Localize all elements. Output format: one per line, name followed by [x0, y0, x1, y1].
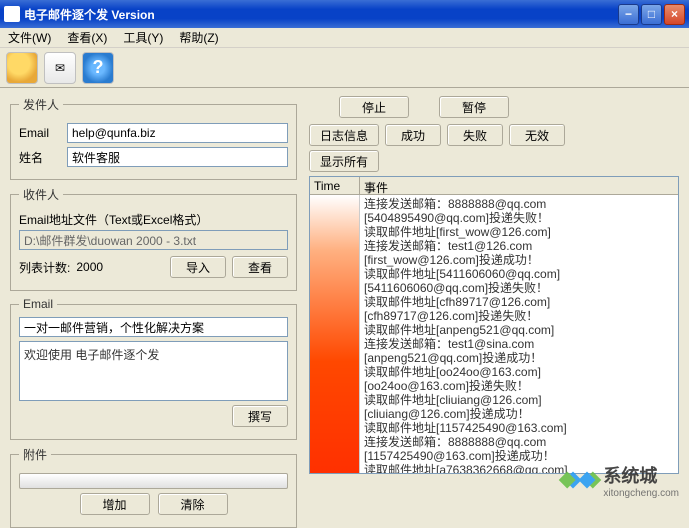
- app-icon: [4, 6, 20, 22]
- watermark-icon: [563, 464, 597, 498]
- log-event-column[interactable]: 连接发送邮箱：8888888@qq.com[5404895490@qq.com]…: [360, 195, 678, 473]
- log-line: 读取邮件地址[first_wow@126.com]: [364, 225, 674, 239]
- log-line: [5404895490@qq.com]投递失败！: [364, 211, 674, 225]
- menu-tools[interactable]: 工具(Y): [119, 27, 167, 48]
- log-line: [1157425490@163.com]投递成功！: [364, 449, 674, 463]
- log-line: 连接发送邮箱：8888888@qq.com: [364, 435, 674, 449]
- log-line: [cliuiang@126.com]投递成功！: [364, 407, 674, 421]
- watermark: 系统城 xitongcheng.com: [563, 462, 679, 499]
- recipients-file-input[interactable]: [19, 230, 288, 250]
- log-line: [anpeng521@qq.com]投递成功！: [364, 351, 674, 365]
- attachment-legend: 附件: [19, 446, 51, 463]
- log-col-time[interactable]: Time: [310, 177, 360, 194]
- close-button[interactable]: ×: [664, 4, 685, 25]
- log-line: 读取邮件地址[1157425490@163.com]: [364, 421, 674, 435]
- window-title: 电子邮件逐个发 Version: [24, 6, 618, 23]
- import-button[interactable]: 导入: [170, 256, 226, 278]
- log-header: Time 事件: [310, 177, 678, 195]
- log-line: 读取邮件地址[5411606060@qq.com]: [364, 267, 674, 281]
- email-subject-input[interactable]: [19, 317, 288, 337]
- email-group: Email 欢迎使用 电子邮件逐个发 撰写: [10, 297, 297, 440]
- log-time-column: [310, 195, 360, 473]
- stop-button[interactable]: 停止: [339, 96, 409, 118]
- sender-group: 发件人 Email 姓名: [10, 96, 297, 180]
- compose-button[interactable]: 撰写: [232, 405, 288, 427]
- sender-email-input[interactable]: [67, 123, 288, 143]
- left-panel: 发件人 Email 姓名 收件人 Email地址文件（Text或Excel格式）…: [0, 88, 305, 507]
- recipients-count-value: 2000: [76, 260, 103, 274]
- watermark-url: xitongcheng.com: [603, 488, 679, 499]
- log-line: 连接发送邮箱：test1@126.com: [364, 239, 674, 253]
- email-legend: Email: [19, 297, 57, 311]
- recipients-file-label: Email地址文件（Text或Excel格式）: [19, 211, 288, 228]
- invalid-filter-button[interactable]: 无效: [509, 124, 565, 146]
- sender-legend: 发件人: [19, 96, 63, 113]
- log-line: 读取邮件地址[cfh89717@126.com]: [364, 295, 674, 309]
- log-line: [first_wow@126.com]投递成功！: [364, 253, 674, 267]
- log-info-button[interactable]: 日志信息: [309, 124, 379, 146]
- log-line: 读取邮件地址[oo24oo@163.com]: [364, 365, 674, 379]
- menu-view[interactable]: 查看(X): [63, 27, 111, 48]
- people-icon[interactable]: [6, 52, 38, 84]
- menu-file[interactable]: 文件(W): [4, 27, 55, 48]
- log-area: Time 事件 连接发送邮箱：8888888@qq.com[5404895490…: [309, 176, 679, 474]
- success-filter-button[interactable]: 成功: [385, 124, 441, 146]
- maximize-button[interactable]: □: [641, 4, 662, 25]
- attachment-list[interactable]: [19, 473, 288, 489]
- toolbar: ✉ ?: [0, 48, 689, 88]
- log-line: 读取邮件地址[anpeng521@qq.com]: [364, 323, 674, 337]
- log-line: 连接发送邮箱：8888888@qq.com: [364, 197, 674, 211]
- view-button[interactable]: 查看: [232, 256, 288, 278]
- sender-email-label: Email: [19, 126, 61, 140]
- log-line: 连接发送邮箱：test1@sina.com: [364, 337, 674, 351]
- recipients-group: 收件人 Email地址文件（Text或Excel格式） 列表计数: 2000 导…: [10, 186, 297, 291]
- help-icon[interactable]: ?: [82, 52, 114, 84]
- fail-filter-button[interactable]: 失败: [447, 124, 503, 146]
- email-body-line1: 欢迎使用 电子邮件逐个发: [24, 346, 283, 363]
- watermark-name: 系统城: [603, 462, 679, 488]
- log-line: [oo24oo@163.com]投递失败！: [364, 379, 674, 393]
- log-col-event[interactable]: 事件: [360, 177, 678, 194]
- log-line: 读取邮件地址[cliuiang@126.com]: [364, 393, 674, 407]
- add-attachment-button[interactable]: 增加: [80, 493, 150, 515]
- clear-attachment-button[interactable]: 清除: [158, 493, 228, 515]
- sender-name-label: 姓名: [19, 149, 61, 166]
- recipients-count-label: 列表计数:: [19, 259, 70, 276]
- attachment-group: 附件 增加 清除: [10, 446, 297, 528]
- show-all-button[interactable]: 显示所有: [309, 150, 379, 172]
- minimize-button[interactable]: −: [618, 4, 639, 25]
- menu-help[interactable]: 帮助(Z): [175, 27, 222, 48]
- right-panel: 停止 暂停 日志信息 成功 失败 无效 显示所有 Time 事件 连接发送邮箱：…: [305, 88, 689, 507]
- email-body-preview[interactable]: 欢迎使用 电子邮件逐个发: [19, 341, 288, 401]
- menu-bar: 文件(W) 查看(X) 工具(Y) 帮助(Z): [0, 28, 689, 48]
- document-icon[interactable]: ✉: [44, 52, 76, 84]
- sender-name-input[interactable]: [67, 147, 288, 167]
- log-line: [cfh89717@126.com]投递失败！: [364, 309, 674, 323]
- recipients-legend: 收件人: [19, 186, 63, 203]
- title-bar: 电子邮件逐个发 Version − □ ×: [0, 0, 689, 28]
- log-line: [5411606060@qq.com]投递失败！: [364, 281, 674, 295]
- pause-button[interactable]: 暂停: [439, 96, 509, 118]
